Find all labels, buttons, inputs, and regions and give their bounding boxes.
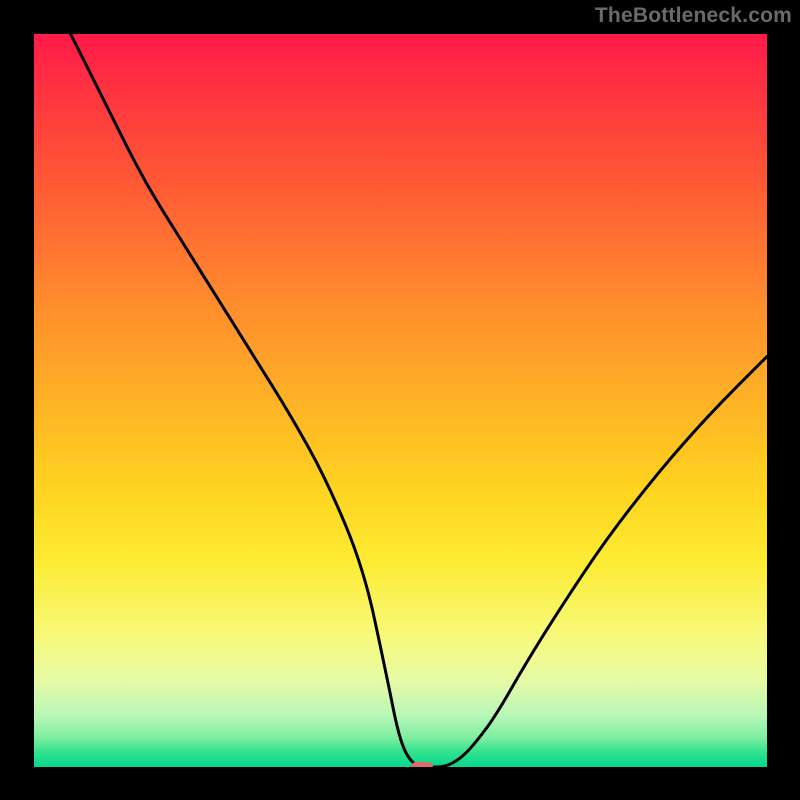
plot-area [34,34,767,767]
chart-frame: TheBottleneck.com [0,0,800,800]
attribution-text: TheBottleneck.com [595,4,792,28]
bottleneck-curve [34,34,767,767]
optimal-point-marker [411,762,433,767]
